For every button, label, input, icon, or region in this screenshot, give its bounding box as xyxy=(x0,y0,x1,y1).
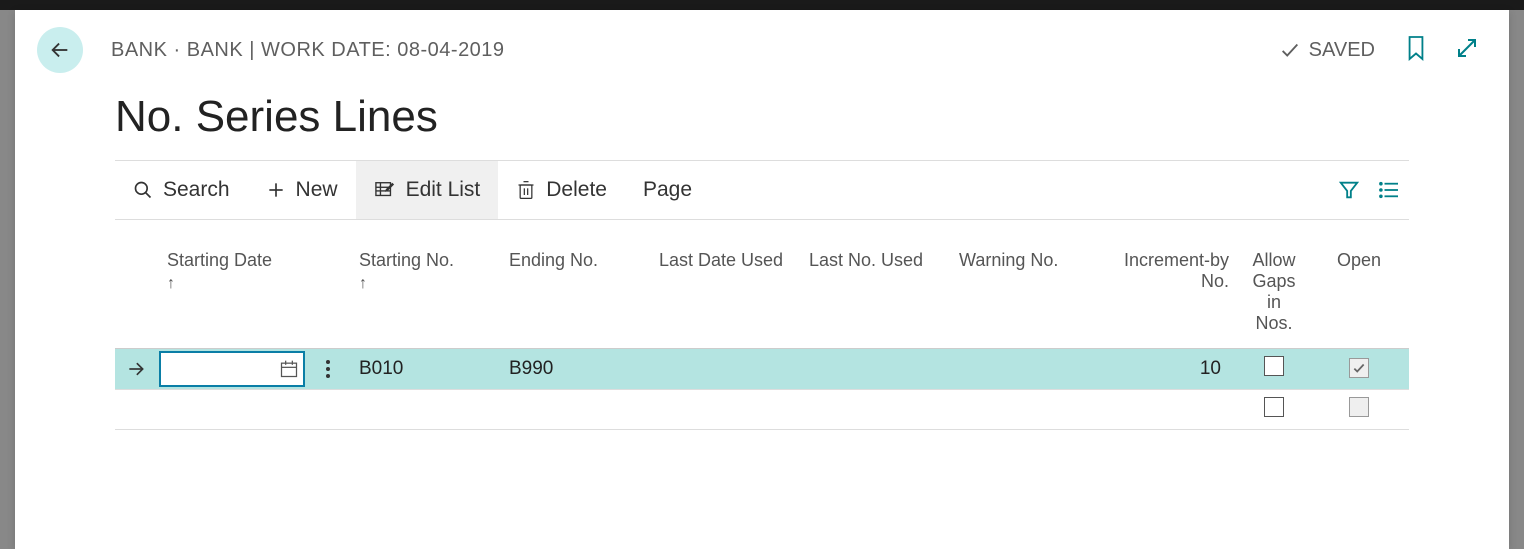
list-icon xyxy=(1378,181,1400,199)
calendar-icon[interactable] xyxy=(279,359,299,379)
increment-by-cell[interactable]: 10 xyxy=(1099,349,1239,390)
arrow-right-icon xyxy=(126,359,146,379)
expand-button[interactable] xyxy=(1455,36,1479,65)
col-warning-no[interactable]: Warning No. xyxy=(949,244,1099,349)
last-no-used-cell[interactable] xyxy=(799,390,949,430)
filter-button[interactable] xyxy=(1329,161,1369,219)
page-label: Page xyxy=(643,178,692,202)
list-view-button[interactable] xyxy=(1369,161,1409,219)
increment-by-cell[interactable] xyxy=(1099,390,1239,430)
warning-no-cell[interactable] xyxy=(949,349,1099,390)
last-no-used-cell[interactable] xyxy=(799,349,949,390)
search-label: Search xyxy=(163,178,230,202)
sort-asc-icon: ↑ xyxy=(359,275,489,293)
expand-icon xyxy=(1455,36,1479,60)
search-button[interactable]: Search xyxy=(115,161,248,219)
col-starting-no[interactable]: Starting No. ↑ xyxy=(349,244,499,349)
toolbar: Search New Edit List Delete Page xyxy=(115,161,1409,219)
starting-no-cell[interactable] xyxy=(349,390,499,430)
col-last-date-used[interactable]: Last Date Used xyxy=(649,244,799,349)
starting-date-input[interactable] xyxy=(159,351,305,387)
filter-icon xyxy=(1338,179,1360,201)
open-checkbox[interactable] xyxy=(1349,358,1369,378)
header: BANK · BANK | WORK DATE: 08-04-2019 SAVE… xyxy=(15,10,1509,74)
saved-label: SAVED xyxy=(1309,39,1375,62)
delete-button[interactable]: Delete xyxy=(498,161,625,219)
table-row[interactable] xyxy=(115,390,1409,430)
sort-asc-icon: ↑ xyxy=(167,275,297,293)
last-date-used-cell[interactable] xyxy=(649,349,799,390)
starting-no-cell[interactable]: B010 xyxy=(349,349,499,390)
more-vertical-icon xyxy=(325,359,331,379)
data-grid: Starting Date ↑ Starting No. ↑ Ending No… xyxy=(115,244,1409,430)
edit-list-label: Edit List xyxy=(406,178,481,202)
arrow-left-icon xyxy=(49,39,71,61)
col-allow-gaps[interactable]: Allow Gaps in Nos. xyxy=(1239,244,1309,349)
check-icon xyxy=(1352,361,1366,375)
page-title: No. Series Lines xyxy=(15,74,1509,160)
page-card: BANK · BANK | WORK DATE: 08-04-2019 SAVE… xyxy=(15,10,1509,549)
bookmark-button[interactable] xyxy=(1405,35,1427,66)
col-last-no-used[interactable]: Last No. Used xyxy=(799,244,949,349)
saved-indicator: SAVED xyxy=(1279,39,1375,62)
current-row-indicator xyxy=(115,349,157,389)
new-label: New xyxy=(296,178,338,202)
trash-icon xyxy=(516,179,536,201)
delete-label: Delete xyxy=(546,178,607,202)
col-starting-date[interactable]: Starting Date ↑ xyxy=(157,244,307,349)
col-open[interactable]: Open xyxy=(1309,244,1409,349)
starting-date-cell[interactable] xyxy=(157,390,307,430)
search-icon xyxy=(133,180,153,200)
plus-icon xyxy=(266,180,286,200)
breadcrumb: BANK · BANK | WORK DATE: 08-04-2019 xyxy=(111,39,1279,62)
col-increment-by[interactable]: Increment-by No. xyxy=(1099,244,1239,349)
warning-no-cell[interactable] xyxy=(949,390,1099,430)
edit-list-button[interactable]: Edit List xyxy=(356,161,499,219)
check-icon xyxy=(1279,39,1301,61)
page-menu[interactable]: Page xyxy=(625,161,710,219)
allow-gaps-checkbox[interactable] xyxy=(1264,356,1284,376)
open-checkbox[interactable] xyxy=(1349,397,1369,417)
bookmark-icon xyxy=(1405,35,1427,61)
ending-no-cell[interactable] xyxy=(499,390,649,430)
table-row[interactable]: B010 B990 10 xyxy=(115,349,1409,390)
header-row: Starting Date ↑ Starting No. ↑ Ending No… xyxy=(115,244,1409,349)
last-date-used-cell[interactable] xyxy=(649,390,799,430)
allow-gaps-checkbox[interactable] xyxy=(1264,397,1284,417)
col-ending-no[interactable]: Ending No. xyxy=(499,244,649,349)
edit-list-icon xyxy=(374,180,396,200)
row-more-button[interactable] xyxy=(307,349,349,389)
new-button[interactable]: New xyxy=(248,161,356,219)
back-button[interactable] xyxy=(37,27,83,73)
ending-no-cell[interactable]: B990 xyxy=(499,349,649,390)
